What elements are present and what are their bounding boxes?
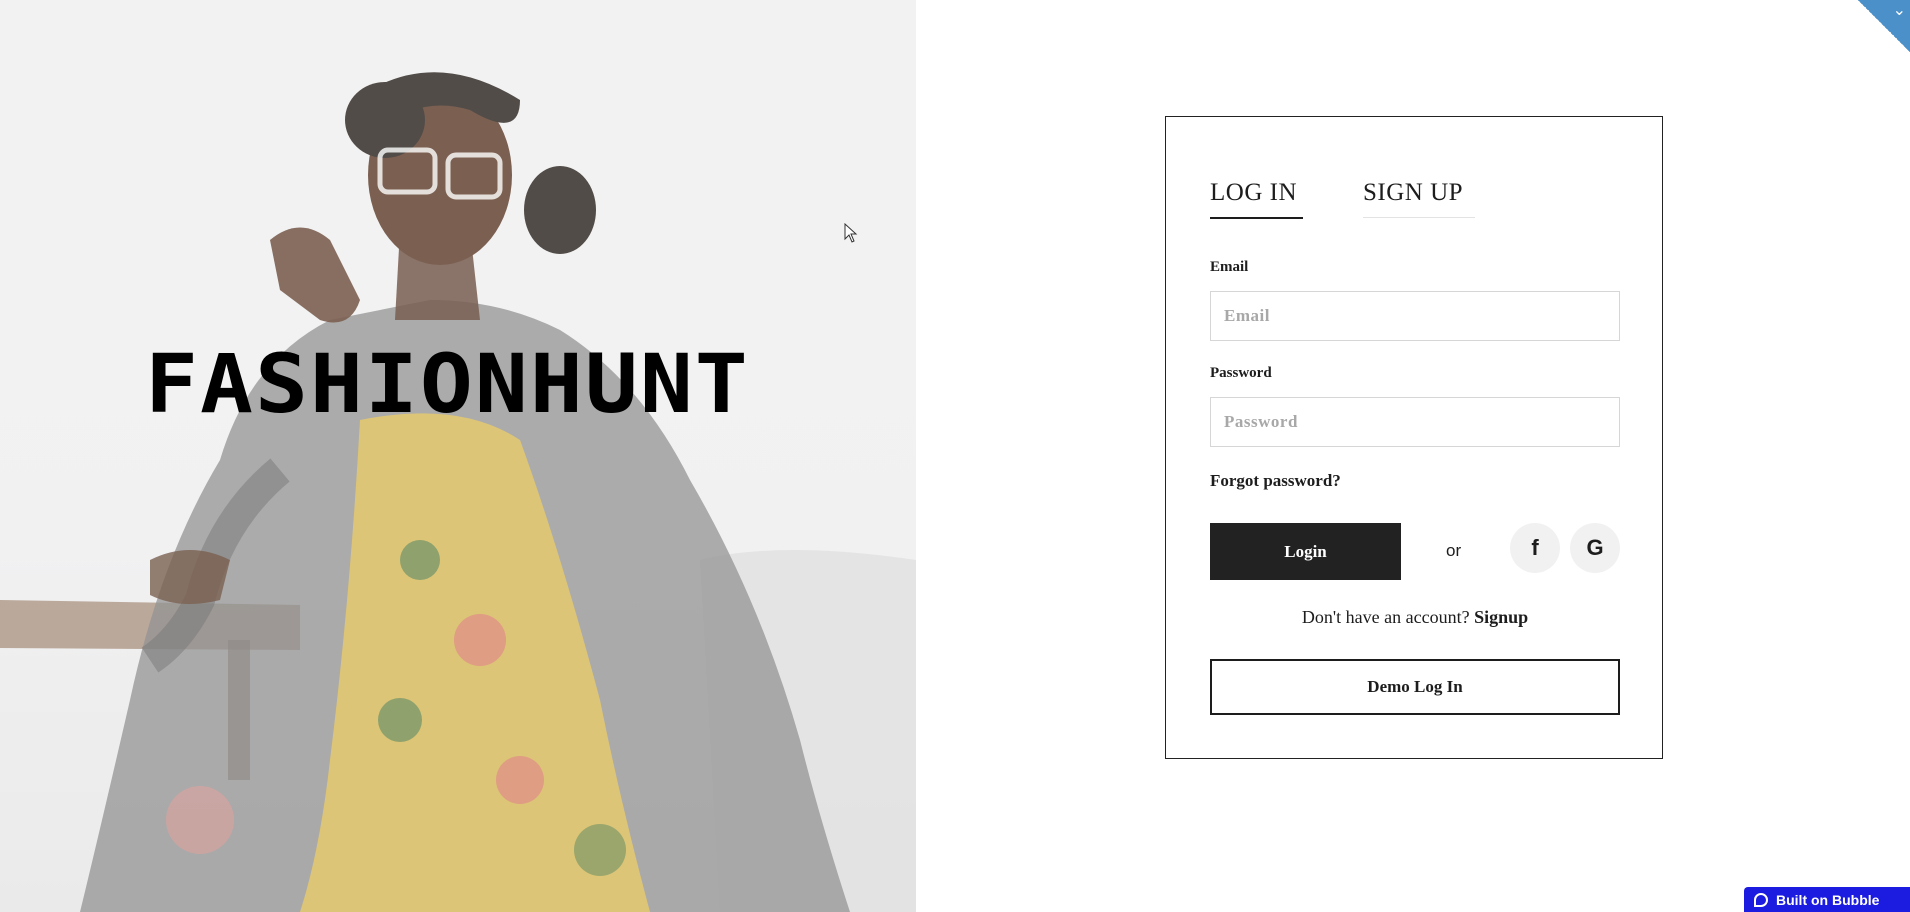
- google-icon: G: [1586, 535, 1604, 560]
- password-field[interactable]: [1210, 397, 1620, 447]
- tab-log-in[interactable]: LOG IN: [1210, 179, 1303, 219]
- auth-tabs: LOG IN SIGN UP: [1210, 179, 1620, 219]
- mouse-cursor-icon: [844, 223, 858, 243]
- hero-section: FASHIONHUNT: [0, 0, 916, 912]
- password-label: Password: [1210, 365, 1272, 381]
- auth-card: LOG IN SIGN UP Email Password Forgot pas…: [1165, 116, 1663, 759]
- facebook-icon: f: [1531, 535, 1539, 560]
- chevron-down-icon: ⌄: [1892, 0, 1906, 19]
- or-separator: or: [1446, 541, 1462, 560]
- brand-logo: FASHIONHUNT: [145, 336, 750, 432]
- bubble-logo-icon: [1754, 892, 1768, 907]
- page: FASHIONHUNT ⌄ LOG IN SIGN UP Email Passw…: [0, 0, 1910, 912]
- email-label: Email: [1210, 259, 1249, 275]
- tab-sign-up[interactable]: SIGN UP: [1363, 179, 1475, 218]
- no-account-text: Don't have an account?: [1301, 607, 1470, 627]
- signup-prompt: Don't have an account? Signup: [1210, 607, 1620, 628]
- badge-label: Built on Bubble: [1776, 891, 1880, 908]
- email-field[interactable]: [1210, 291, 1620, 341]
- demo-login-button[interactable]: Demo Log In: [1210, 659, 1620, 715]
- model-photo: [0, 72, 916, 912]
- corner-toggle[interactable]: ⌄: [1858, 0, 1910, 52]
- facebook-login-button[interactable]: f: [1510, 523, 1560, 573]
- built-on-bubble-badge[interactable]: Built on Bubble: [1744, 887, 1910, 912]
- google-login-button[interactable]: G: [1570, 523, 1620, 573]
- signup-link[interactable]: Signup: [1474, 607, 1528, 627]
- forgot-password-link[interactable]: Forgot password?: [1210, 471, 1341, 491]
- login-button[interactable]: Login: [1210, 523, 1401, 580]
